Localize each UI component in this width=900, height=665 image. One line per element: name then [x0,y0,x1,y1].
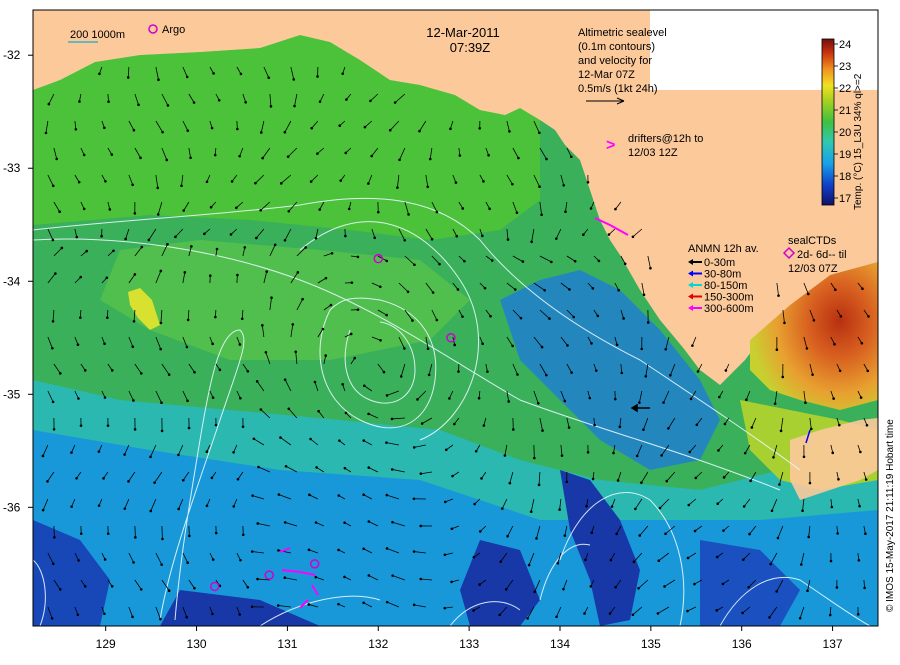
isobath-legend-label: 200 1000m [70,29,125,41]
x-tick-label: 129 [96,637,116,651]
y-axis: -32 -33 -34 -35 -36 [3,48,33,514]
anmn-legend-title: ANMN 12h av. [688,243,759,255]
altimetry-line-4: 12-Mar 07Z [578,69,635,81]
drifters-line-2: 12/03 12Z [628,147,678,159]
credit-text: © IMOS 15-May-2017 21:11:19 Hobart time [885,419,896,612]
colorbar-tick-label: 22 [839,83,851,95]
sealctd-legend-line-1: 2d- 6d-- til [797,249,847,261]
x-tick-label: 137 [823,637,843,651]
x-axis: 129 130 131 132 133 134 135 136 137 [96,626,843,651]
drifters-line-1: drifters@12h to [628,133,703,145]
colorbar-tick-label: 24 [839,39,851,51]
sst-map-figure: 129 130 131 132 133 134 135 136 137 -32 -33 -34 -35… [0,0,900,660]
map-canvas: 129 130 131 132 133 134 135 136 137 -32 -33 -34 -35… [0,0,900,660]
y-tick-label: -35 [3,387,21,401]
sealctd-legend-title: sealCTDs [788,235,837,247]
x-tick-label: 136 [732,637,752,651]
time-label: 07:39Z [450,40,491,55]
colorbar-tick-label: 23 [839,61,851,73]
argo-legend-label: Argo [162,24,185,36]
colorbar-tick-label: 19 [839,149,851,161]
x-tick-label: 133 [459,637,479,651]
y-tick-label: -34 [3,274,21,288]
x-tick-label: 134 [550,637,570,651]
altimetry-line-5: 0.5m/s (1kt 24h) [578,83,657,95]
colorbar-tick-label: 17 [839,193,851,205]
y-tick-label: -36 [3,500,21,514]
colorbar-tick-label: 18 [839,171,851,183]
anmn-legend-label: 150-300m [704,292,754,304]
colorbar-label: Temp. (°C) 15_L3U 34% ql>=2 [853,73,864,210]
colorbar-tick-label: 20 [839,127,851,139]
anmn-legend-label: 300-600m [704,303,754,315]
sealctd-legend-line-2: 12/03 07Z [788,263,838,275]
y-tick-label: -33 [3,161,21,175]
anmn-legend-label: 80-150m [704,280,747,292]
temperature-colorbar [822,39,834,205]
anmn-legend-label: 0-30m [704,257,735,269]
altimetry-line-3: and velocity for [578,55,652,67]
x-tick-label: 132 [368,637,388,651]
altimetry-line-1: Altimetric sealevel [578,27,667,39]
altimetry-line-2: (0.1m contours) [578,41,655,53]
anmn-legend-label: 30-80m [704,269,741,281]
colorbar-tick-label: 21 [839,105,851,117]
drifter-legend-icon: > [606,137,615,154]
x-tick-label: 131 [277,637,297,651]
date-label: 12-Mar-2011 [426,25,499,40]
x-tick-label: 135 [641,637,661,651]
y-tick-label: -32 [3,48,21,62]
x-tick-label: 130 [187,637,207,651]
